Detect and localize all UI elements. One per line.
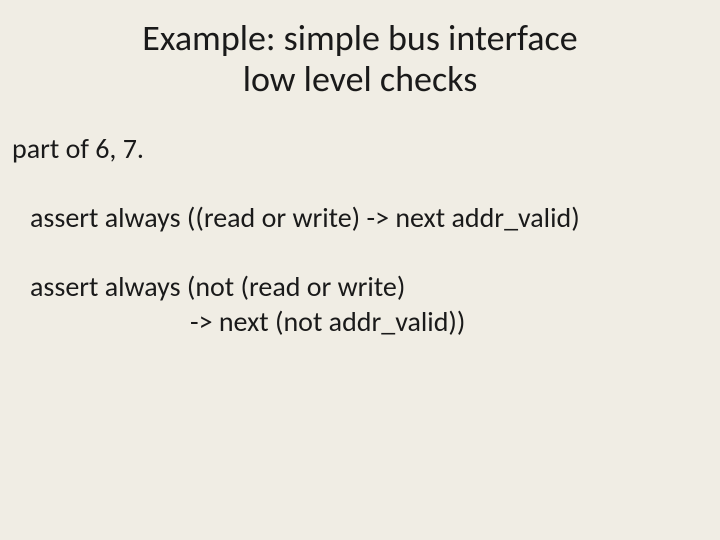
assertion-2-line-1: assert always (not (read or write) [12, 269, 700, 304]
slide: Example: simple bus interface low level … [0, 0, 720, 540]
slide-body: part of 6, 7. assert always ((read or wr… [0, 101, 720, 339]
title-line-1: Example: simple bus interface [0, 18, 720, 59]
subheading: part of 6, 7. [12, 131, 700, 166]
assertion-1: assert always ((read or write) -> next a… [12, 200, 700, 235]
title-line-2: low level checks [0, 59, 720, 100]
assertion-2-line-2: -> next (not addr_valid)) [12, 304, 700, 339]
slide-title: Example: simple bus interface low level … [0, 0, 720, 101]
